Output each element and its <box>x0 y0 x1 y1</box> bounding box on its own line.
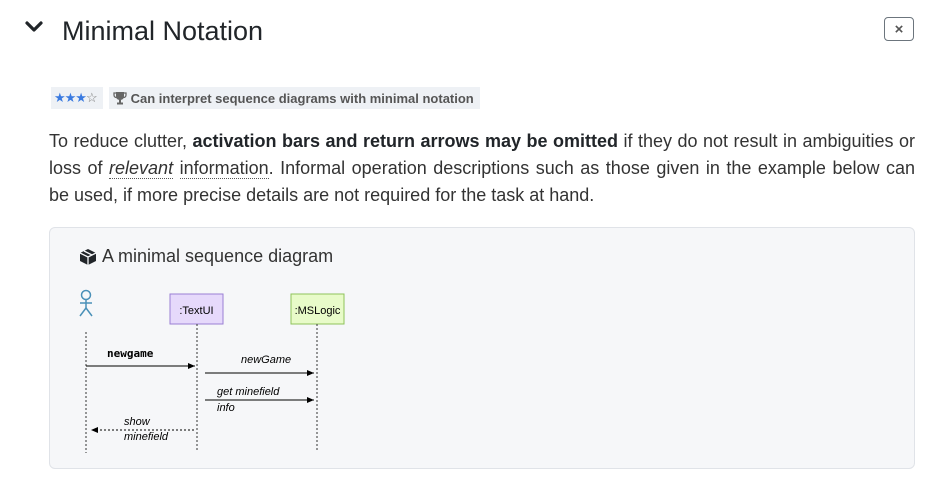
message-show-label: show <box>124 416 151 428</box>
badge-row: ★★★ ☆ Can interpret sequence diagrams wi… <box>51 87 480 109</box>
example-panel: A minimal sequence diagram :TextUI :MSLo… <box>49 227 915 469</box>
paragraph-text <box>173 158 180 178</box>
section-header: Minimal Notation × <box>0 0 938 66</box>
paragraph-bold-text: activation bars and return arrows may be… <box>192 131 618 151</box>
message-get-minefield-label: get minefield <box>217 386 280 398</box>
description-paragraph: To reduce clutter, activation bars and r… <box>49 128 915 209</box>
close-button[interactable]: × <box>884 17 914 41</box>
participant-textui-label: :TextUI <box>179 305 213 317</box>
section-title: Minimal Notation <box>62 16 264 46</box>
message-newGame-label: newGame <box>241 354 291 366</box>
close-icon: × <box>894 20 904 38</box>
actor-icon <box>79 289 93 317</box>
chevron-down-icon[interactable] <box>24 20 44 36</box>
message-minefield-label: minefield <box>124 431 169 443</box>
sequence-diagram: :TextUI :MSLogic newgame newGame get min… <box>79 289 345 453</box>
star-full-icon: ★★★ <box>54 90 87 105</box>
star-empty-icon: ☆ <box>85 90 98 105</box>
tooltip-term-information[interactable]: information <box>179 158 269 179</box>
participant-mslogic-label: :MSLogic <box>295 305 341 317</box>
difficulty-stars: ★★★ ☆ <box>51 87 103 109</box>
paragraph-text: To reduce clutter, <box>49 131 193 151</box>
trophy-icon <box>112 92 127 105</box>
message-newgame-label: newgame <box>107 347 154 360</box>
tooltip-term-relevant[interactable]: relevant <box>109 158 174 179</box>
learning-outcome-text: Can interpret sequence diagrams with min… <box>130 90 474 106</box>
message-info-label: info <box>217 402 235 414</box>
learning-outcome-badge: Can interpret sequence diagrams with min… <box>108 87 480 109</box>
